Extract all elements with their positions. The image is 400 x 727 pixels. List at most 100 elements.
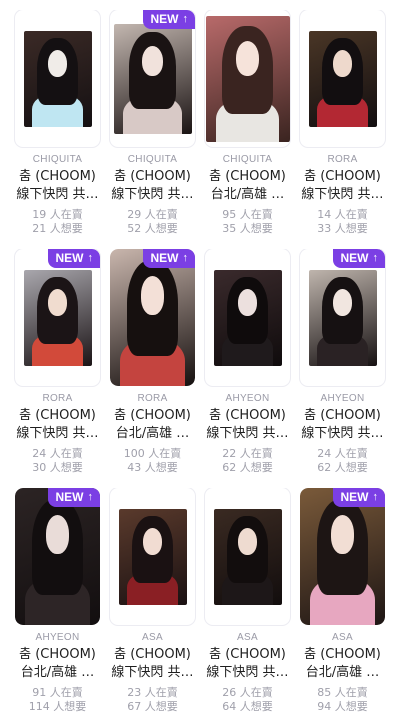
card-image-frame: NEW↑ bbox=[15, 10, 100, 147]
member-name: RORA bbox=[137, 393, 168, 404]
event-subtitle: 台北/高雄 … bbox=[115, 426, 190, 441]
photocard-item[interactable]: NEW ↑ CHIQUITA 춤 (CHOOM) 線下快閃 共… 29 人在賣 52… bbox=[105, 10, 200, 249]
card-photo bbox=[308, 269, 377, 366]
album-title: 춤 (CHOOM) bbox=[114, 408, 191, 423]
wanting-count: 30 人想要 bbox=[32, 461, 83, 474]
card-photo bbox=[110, 249, 195, 386]
card-photo bbox=[23, 269, 92, 366]
album-title: 춤 (CHOOM) bbox=[114, 647, 191, 662]
wanting-count: 33 人想要 bbox=[317, 222, 368, 235]
new-badge-label: NEW bbox=[340, 251, 369, 265]
album-title: 춤 (CHOOM) bbox=[304, 408, 381, 423]
photocard-item[interactable]: NEW ↑ RORA 춤 (CHOOM) 台北/高雄 … 100 人在賣 43 人想… bbox=[105, 249, 200, 488]
card-image-frame: NEW↑ bbox=[205, 10, 290, 147]
wanting-count: 43 人想要 bbox=[127, 461, 178, 474]
card-photo bbox=[205, 15, 290, 142]
card-image-frame: NEW↑ bbox=[110, 10, 195, 147]
event-subtitle: 線下快閃 共… bbox=[111, 187, 194, 202]
new-badge-label: NEW bbox=[150, 251, 179, 265]
photocard-item[interactable]: NEW↑ RORA 춤 (CHOOM) 線下快閃 共… 14 人在賣33 人想要 bbox=[295, 10, 390, 249]
album-title: 춤 (CHOOM) bbox=[114, 169, 191, 184]
photocard-item[interactable]: NEW ↑ AHYEON 춤 (CHOOM) 台北/高雄 … 91 人在賣 114 … bbox=[10, 488, 105, 727]
album-title: 춤 (CHOOM) bbox=[304, 647, 381, 662]
album-title: 춤 (CHOOM) bbox=[209, 647, 286, 662]
wanting-count: 52 人想要 bbox=[127, 222, 178, 235]
card-image-frame: NEW↑ bbox=[300, 10, 385, 147]
arrow-up-icon: ↑ bbox=[87, 491, 94, 503]
card-photo bbox=[118, 508, 187, 605]
arrow-up-icon: ↑ bbox=[372, 252, 379, 264]
wanting-count: 94 人想要 bbox=[317, 700, 368, 713]
photocard-item[interactable]: NEW↑ CHIQUITA 춤 (CHOOM) 台北/高雄 … 95 人在賣35… bbox=[200, 10, 295, 249]
new-badge: NEW ↑ bbox=[332, 488, 385, 507]
album-title: 춤 (CHOOM) bbox=[209, 408, 286, 423]
new-badge-label: NEW bbox=[150, 12, 179, 26]
card-image-frame: NEW↑ bbox=[15, 249, 100, 386]
card-photo bbox=[300, 488, 385, 625]
wanting-count: 62 人想要 bbox=[222, 461, 273, 474]
card-image-frame: NEW↑ bbox=[110, 488, 195, 625]
member-name: AHYEON bbox=[35, 632, 80, 643]
card-photo bbox=[15, 488, 100, 625]
new-badge: NEW ↑ bbox=[142, 249, 195, 268]
photocard-item[interactable]: NEW ↑ ASA 춤 (CHOOM) 台北/高雄 … 85 人在賣 94 人想要 bbox=[295, 488, 390, 727]
photocard-item[interactable]: NEW↑ AHYEON 춤 (CHOOM) 線下快閃 共… 22 人在賣62 人… bbox=[200, 249, 295, 488]
wanting-count: 21 人想要 bbox=[32, 222, 83, 235]
photocard-item[interactable]: NEW ↑ RORA 춤 (CHOOM) 線下快閃 共… 24 人在賣 30 人想要 bbox=[10, 249, 105, 488]
photocard-grid: NEW↑ CHIQUITA 춤 (CHOOM) 線下快閃 共… 19 人在賣21… bbox=[0, 0, 400, 718]
selling-count: 19 人在賣 bbox=[32, 208, 83, 221]
card-image-frame: NEW↑ bbox=[300, 249, 385, 386]
selling-count: 22 人在賣 bbox=[222, 447, 273, 460]
album-title: 춤 (CHOOM) bbox=[209, 169, 286, 184]
wanting-count: 35 人想要 bbox=[222, 222, 273, 235]
selling-count: 91 人在賣 bbox=[32, 686, 83, 699]
event-subtitle: 台北/高雄 … bbox=[305, 665, 380, 680]
arrow-up-icon: ↑ bbox=[182, 13, 189, 25]
member-name: RORA bbox=[327, 154, 358, 165]
event-subtitle: 台北/高雄 … bbox=[20, 665, 95, 680]
event-subtitle: 線下快閃 共… bbox=[206, 665, 289, 680]
event-subtitle: 線下快閃 共… bbox=[16, 426, 99, 441]
photocard-item[interactable]: NEW↑ ASA 춤 (CHOOM) 線下快閃 共… 26 人在賣64 人想要 bbox=[200, 488, 295, 727]
selling-count: 24 人在賣 bbox=[32, 447, 83, 460]
wanting-count: 67 人想要 bbox=[127, 700, 178, 713]
wanting-count: 114 人想要 bbox=[28, 700, 87, 713]
member-name: CHIQUITA bbox=[32, 154, 83, 165]
member-name: CHIQUITA bbox=[127, 154, 178, 165]
selling-count: 14 人在賣 bbox=[317, 208, 368, 221]
card-image-frame: NEW↑ bbox=[15, 488, 100, 625]
member-name: RORA bbox=[42, 393, 73, 404]
event-subtitle: 線下快閃 共… bbox=[301, 187, 384, 202]
arrow-up-icon: ↑ bbox=[87, 252, 94, 264]
arrow-up-icon: ↑ bbox=[182, 252, 189, 264]
photocard-item[interactable]: NEW↑ CHIQUITA 춤 (CHOOM) 線下快閃 共… 19 人在賣21… bbox=[10, 10, 105, 249]
member-name: AHYEON bbox=[225, 393, 270, 404]
wanting-count: 64 人想要 bbox=[222, 700, 273, 713]
member-name: ASA bbox=[142, 632, 163, 643]
new-badge: NEW ↑ bbox=[332, 249, 385, 268]
album-title: 춤 (CHOOM) bbox=[19, 408, 96, 423]
album-title: 춤 (CHOOM) bbox=[19, 169, 96, 184]
new-badge: NEW ↑ bbox=[47, 488, 100, 507]
card-photo bbox=[308, 30, 377, 127]
selling-count: 100 人在賣 bbox=[123, 447, 182, 460]
card-image-frame: NEW↑ bbox=[205, 249, 290, 386]
wanting-count: 62 人想要 bbox=[317, 461, 368, 474]
member-name: ASA bbox=[237, 632, 258, 643]
selling-count: 95 人在賣 bbox=[222, 208, 273, 221]
photocard-item[interactable]: NEW ↑ AHYEON 춤 (CHOOM) 線下快閃 共… 24 人在賣 62 人… bbox=[295, 249, 390, 488]
selling-count: 24 人在賣 bbox=[317, 447, 368, 460]
member-name: AHYEON bbox=[320, 393, 365, 404]
new-badge-label: NEW bbox=[55, 490, 84, 504]
event-subtitle: 線下快閃 共… bbox=[16, 187, 99, 202]
card-photo bbox=[213, 508, 282, 605]
card-image-frame: NEW↑ bbox=[110, 249, 195, 386]
event-subtitle: 台北/高雄 … bbox=[210, 187, 285, 202]
new-badge: NEW ↑ bbox=[142, 10, 195, 29]
selling-count: 23 人在賣 bbox=[127, 686, 178, 699]
arrow-up-icon: ↑ bbox=[372, 491, 379, 503]
selling-count: 85 人在賣 bbox=[317, 686, 368, 699]
photocard-item[interactable]: NEW↑ ASA 춤 (CHOOM) 線下快閃 共… 23 人在賣67 人想要 bbox=[105, 488, 200, 727]
card-image-frame: NEW↑ bbox=[205, 488, 290, 625]
card-photo bbox=[23, 30, 92, 127]
